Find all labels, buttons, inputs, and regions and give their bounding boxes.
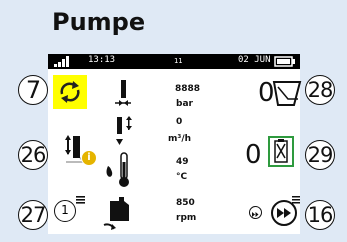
- curve-icon: [272, 81, 302, 106]
- flow-unit: m³/h: [168, 134, 192, 144]
- pressure-unit: bar: [176, 99, 193, 109]
- menu-icon: [76, 196, 85, 204]
- speed-unit: rpm: [176, 213, 197, 223]
- step-forward-button[interactable]: [249, 206, 262, 219]
- pressure-value: 8888: [175, 84, 201, 94]
- status-bar: 13:13 11 02 JUN: [48, 54, 300, 69]
- pump-check-button[interactable]: [268, 136, 294, 167]
- status-date: 02 JUN: [238, 55, 271, 65]
- page-title: Pumpe: [52, 8, 146, 36]
- pressure-icon: [115, 80, 131, 106]
- count-mid: 0: [245, 140, 262, 170]
- temperature-value: 49: [176, 157, 189, 167]
- callout-16: 16: [305, 200, 335, 230]
- callout-26: 26: [18, 140, 48, 170]
- callout-28: 28: [305, 75, 335, 105]
- settings-menu-icon: [292, 196, 300, 204]
- flow-icon: [116, 116, 132, 145]
- callout-7: 7: [18, 75, 48, 105]
- small-forward-icon: [252, 212, 259, 217]
- temperature-icon: [106, 152, 129, 187]
- pump-check-icon: [274, 139, 288, 163]
- callout-27: 27: [18, 200, 48, 230]
- speed-value: 850: [176, 198, 195, 208]
- callout-29: 29: [305, 140, 335, 170]
- auto-mode-icon: [60, 81, 80, 103]
- status-time: 13:13: [88, 55, 116, 65]
- battery-icon: [274, 56, 295, 67]
- auto-mode-button[interactable]: [53, 75, 87, 109]
- temperature-unit: °C: [176, 172, 188, 182]
- fast-forward-icon: [277, 208, 291, 218]
- motor-speed-icon: [103, 197, 129, 230]
- info-icon: i: [81, 150, 97, 166]
- pump-info-button[interactable]: i: [64, 132, 100, 168]
- flow-value: 0: [176, 117, 183, 127]
- status-channel: 11: [174, 57, 183, 65]
- curve-button[interactable]: [272, 79, 302, 109]
- signal-icon: [54, 56, 69, 67]
- mode-number-button[interactable]: 1: [54, 200, 76, 222]
